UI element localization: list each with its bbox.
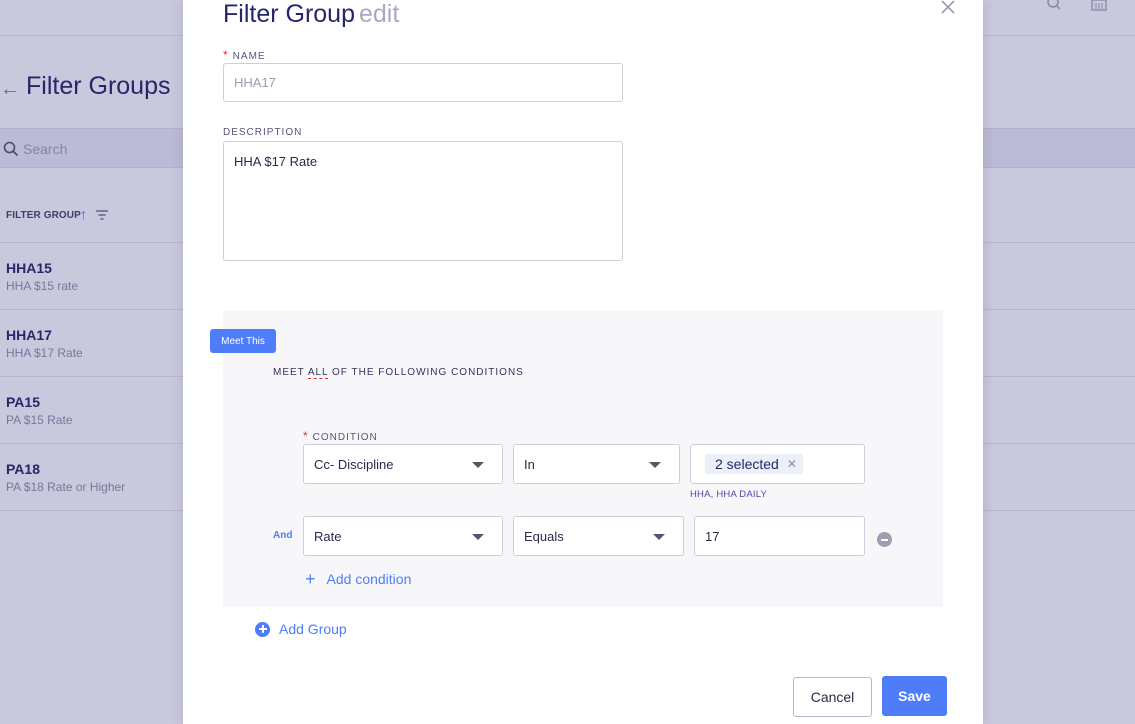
- row-description: PA $15 Rate: [6, 413, 73, 427]
- edit-filter-group-modal: Filter Groupedit *NAME DESCRIPTION HHA $…: [183, 0, 983, 724]
- row-name: PA15: [6, 394, 40, 410]
- page-title: Filter Groups: [26, 72, 171, 100]
- condition-label: * CONDITION: [303, 429, 378, 443]
- description-textarea[interactable]: HHA $17 Rate: [223, 141, 623, 261]
- selected-values-hint: HHA, HHA DAILY: [690, 489, 768, 500]
- condition-operator-select[interactable]: In: [513, 444, 680, 484]
- search-icon: [3, 141, 19, 157]
- name-input[interactable]: [223, 63, 623, 102]
- row-description: PA $18 Rate or Higher: [6, 480, 126, 494]
- sort-ascending-icon[interactable]: ↑: [80, 206, 87, 222]
- selected-tag: 2 selected ✕: [705, 454, 803, 474]
- row-name: PA18: [6, 461, 40, 477]
- meet-operator-all[interactable]: ALL: [307, 367, 329, 379]
- condition-value-input[interactable]: [694, 516, 865, 556]
- column-header-filter-group[interactable]: FILTER GROUP: [6, 210, 81, 221]
- chevron-down-icon: [472, 534, 484, 540]
- save-button[interactable]: Save: [882, 676, 947, 716]
- required-marker: *: [223, 48, 229, 62]
- required-marker: *: [303, 429, 309, 443]
- search-placeholder: Search: [23, 141, 68, 157]
- filter-icon[interactable]: [96, 210, 108, 220]
- search-icon[interactable]: [1046, 0, 1062, 12]
- meet-conditions-text: MEET ALL OF THE FOLLOWING CONDITIONS: [273, 367, 524, 379]
- plus-circle-icon: [255, 621, 270, 637]
- condition-value-multiselect[interactable]: 2 selected ✕: [690, 444, 865, 484]
- and-connector: And: [273, 530, 293, 541]
- chevron-down-icon: [649, 462, 661, 468]
- remove-condition-icon[interactable]: [877, 532, 892, 547]
- meet-this-badge[interactable]: Meet This: [210, 329, 276, 353]
- cancel-button[interactable]: Cancel: [793, 677, 872, 717]
- row-description: HHA $15 rate: [6, 279, 79, 293]
- close-icon[interactable]: [940, 0, 956, 15]
- description-label: DESCRIPTION: [223, 127, 303, 138]
- add-condition-button[interactable]: + Add condition: [305, 570, 411, 588]
- building-icon[interactable]: [1091, 0, 1107, 12]
- row-name: HHA15: [6, 260, 52, 276]
- chevron-down-icon: [653, 534, 665, 540]
- name-label: * NAME: [223, 48, 266, 62]
- condition-field-select[interactable]: Cc- Discipline: [303, 444, 503, 484]
- row-name: HHA17: [6, 327, 52, 343]
- add-group-button[interactable]: Add Group: [255, 621, 347, 637]
- modal-title-mode: edit: [358, 0, 400, 28]
- condition-operator-select[interactable]: Equals: [513, 516, 684, 556]
- plus-icon: +: [305, 569, 316, 589]
- modal-title: Filter Group edit: [223, 0, 399, 29]
- chevron-down-icon: [472, 462, 484, 468]
- remove-tag-icon[interactable]: ✕: [787, 457, 797, 471]
- modal-title-text: Filter Group: [223, 0, 355, 28]
- back-arrow-icon[interactable]: ←: [0, 78, 20, 101]
- row-description: HHA $17 Rate: [6, 346, 83, 360]
- condition-field-select[interactable]: Rate: [303, 516, 503, 556]
